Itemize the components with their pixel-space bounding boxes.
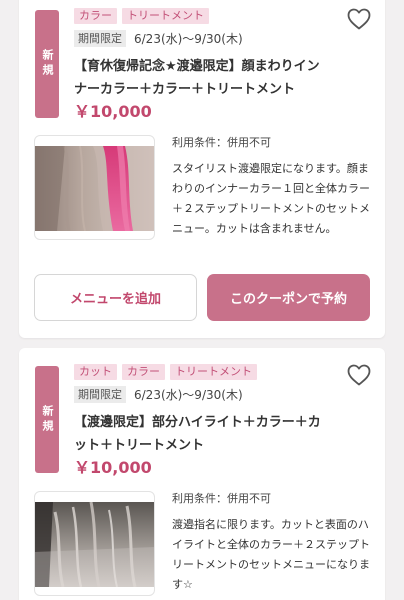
menu-tag: カット (74, 364, 117, 380)
usage-terms: 利用条件：併用不可 (172, 492, 271, 505)
menu-tag: トリートメント (170, 364, 257, 380)
new-customer-badge: 新規 (35, 366, 59, 473)
period-value: 6/23(水)～9/30(木) (134, 388, 243, 402)
period-label: 期間限定 (74, 30, 126, 47)
new-customer-badge: 新規 (35, 10, 59, 118)
menu-tag: カラー (122, 364, 165, 380)
coupon-card: 新規 カット カラー トリートメント 期間限定 6/23(水)～9/30(木) … (19, 348, 385, 600)
hair-photo-image (35, 502, 154, 587)
period-row: 期間限定 6/23(水)～9/30(木) (74, 30, 243, 47)
coupon-price: ￥10,000 (74, 102, 152, 121)
menu-tag: トリートメント (122, 8, 209, 24)
reserve-with-coupon-button[interactable]: このクーポンで予約 (207, 274, 370, 321)
style-photo[interactable] (34, 135, 155, 240)
favorite-heart-icon[interactable] (347, 8, 371, 30)
usage-terms: 利用条件：併用不可 (172, 136, 271, 149)
hair-photo-image (35, 146, 154, 231)
add-menu-button[interactable]: メニューを追加 (34, 274, 197, 321)
style-photo[interactable] (34, 491, 155, 596)
tag-list: カラー トリートメント (74, 8, 209, 24)
menu-tag: カラー (74, 8, 117, 24)
tag-list: カット カラー トリートメント (74, 364, 257, 380)
coupon-description: 渡邉指名に限ります。カットと表面のハイライトと全体のカラー＋２ステップトリートメ… (172, 518, 370, 591)
period-row: 期間限定 6/23(水)～9/30(木) (74, 386, 243, 403)
coupon-description: スタイリスト渡邉限定になります。顔まわりのインナーカラー１回と全体カラー＋２ステ… (172, 162, 370, 235)
coupon-price: ￥10,000 (74, 458, 152, 477)
coupon-title[interactable]: 【渡邊限定】部分ハイライト＋カラー＋カット＋トリートメント (74, 411, 332, 457)
coupon-title[interactable]: 【育休復帰記念★渡邉限定】顔まわりインナーカラー＋カラー＋トリートメント (74, 55, 332, 101)
period-value: 6/23(水)～9/30(木) (134, 32, 243, 46)
coupon-card: 新規 カラー トリートメント 期間限定 6/23(水)～9/30(木) 【育休復… (19, 0, 385, 338)
favorite-heart-icon[interactable] (347, 364, 371, 386)
period-label: 期間限定 (74, 386, 126, 403)
